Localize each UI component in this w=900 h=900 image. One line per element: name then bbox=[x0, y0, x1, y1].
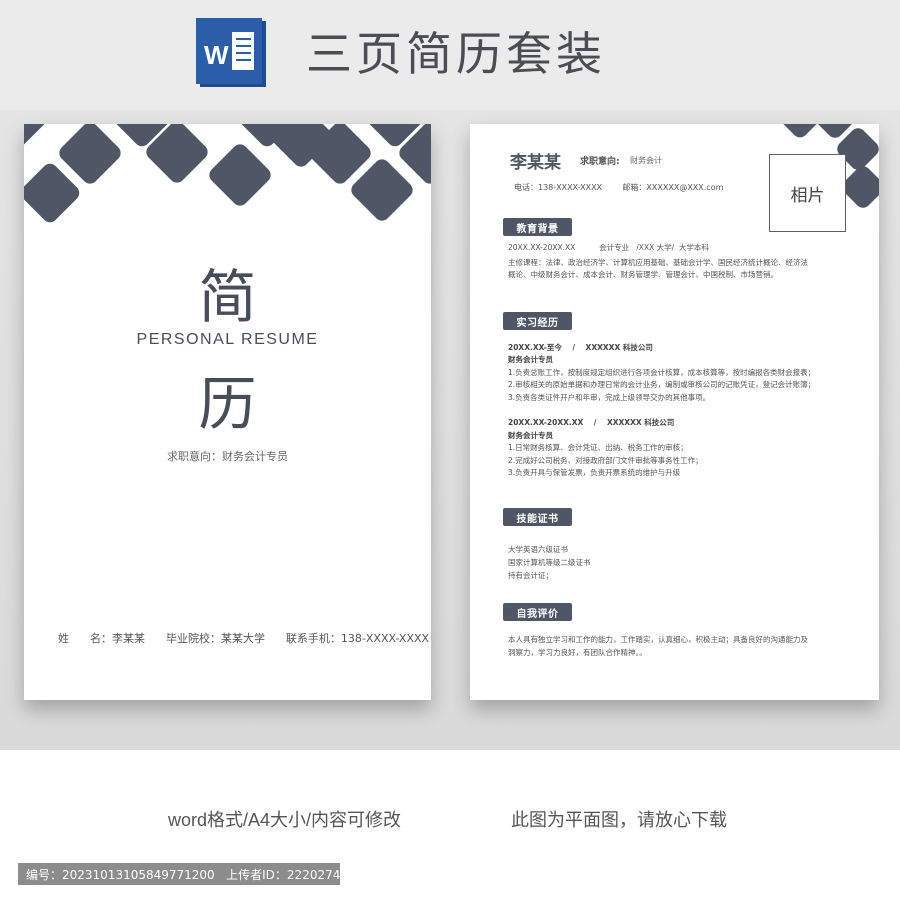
skill-line: 大学英语六级证书 bbox=[508, 545, 568, 554]
format-note: word格式/A4大小/内容可修改 bbox=[168, 810, 402, 830]
footer-id-bar: 编号：20231013105849771200 上传者ID：2220274 bbox=[18, 863, 340, 885]
cover-title-char-1: 简 bbox=[198, 263, 257, 331]
section-title-internship: 实习经历 bbox=[503, 312, 572, 330]
self-eval-line: 本人具有独立学习和工作的能力，工作踏实，认真细心，积极主动；具备良好的沟通能力及 bbox=[508, 635, 808, 644]
internship-line: 财务会计专员 bbox=[508, 431, 553, 440]
internship-line: 20XX.XX-20XX.XX / XXXXXX 科技公司 bbox=[508, 418, 675, 427]
internship-line: 1.日常财务核算、会计凭证、出纳、税务工作的审核； bbox=[508, 443, 688, 452]
internship-line: 20XX.XX-至今 / XXXXXX 科技公司 bbox=[508, 343, 653, 352]
decor-tile bbox=[777, 124, 823, 141]
download-note: 此图为平面图，请放心下载 bbox=[511, 810, 727, 830]
section-title-skills: 技能证书 bbox=[503, 508, 572, 526]
decor-tile bbox=[206, 141, 274, 209]
photo-placeholder: 相片 bbox=[769, 154, 846, 232]
word-icon-letter: W bbox=[204, 40, 229, 70]
cover-job-intent: 求职意向：财务会计专员 bbox=[167, 450, 288, 463]
section-title-education: 教育背景 bbox=[503, 218, 572, 236]
internship-line: 2.完成好公司税务、对接政府部门文件审批等事务性工作； bbox=[508, 456, 703, 465]
internship-line: 财务会计专员 bbox=[508, 355, 553, 364]
internship-line: 2.审核相关的原始单据和办理日常的会计业务，编制或审核公司的记账凭证，登记会计账… bbox=[508, 380, 816, 389]
internship-line: 3.负责开具与保管发票，负责开票系统的维护与升级 bbox=[508, 468, 681, 477]
education-line: 主修课程：法律、政治经济学、计算机应用基础、基础会计学、国民经济统计概论、经济法 bbox=[508, 258, 808, 267]
education-line: 概论、中级财务会计、成本会计、财务管理学、管理会计、中国税制、市场营销。 bbox=[508, 270, 778, 279]
skill-line: 持有会计证； bbox=[508, 571, 553, 580]
banner-title: 三页简历套装 bbox=[306, 27, 606, 81]
self-eval-line: 洞察力，学习力良好，有团队合作精神。。 bbox=[508, 648, 647, 657]
education-line: 20XX.XX-20XX.XX 会计专业 /XXX 大学/ 大学本科 bbox=[508, 243, 709, 252]
cover-page: 简 PERSONAL RESUME 历 求职意向：财务会计专员 姓 名：李某某 … bbox=[24, 124, 431, 700]
internship-line: 1.负责总账工作，按制度规定组织进行各项会计核算，成本核算等，按时编报各类财会报… bbox=[508, 368, 816, 377]
cover-personal-info: 姓 名：李某某 毕业院校：某某大学 联系手机：138-XXXX-XXXX bbox=[58, 632, 430, 645]
skill-line: 国家计算机等级二级证书 bbox=[508, 558, 591, 567]
cover-title-char-2: 历 bbox=[198, 370, 257, 438]
word-icon: W bbox=[196, 18, 266, 87]
contact-info: 电话：138-XXXX-XXXX 邮箱：XXXXXX@XXX.com bbox=[514, 183, 724, 192]
resume-page: 李某某 求职意向: 财务会计 电话：138-XXXX-XXXX 邮箱：XXXXX… bbox=[470, 124, 879, 700]
internship-line: 3.负责各类证件开户和年审，完成上级领导交办的其他事项。 bbox=[508, 393, 711, 402]
section-title-self-evaluation: 自我评价 bbox=[503, 603, 572, 621]
decor-tile bbox=[24, 124, 50, 152]
job-intent-value: 财务会计 bbox=[630, 156, 662, 165]
cover-subtitle: PERSONAL RESUME bbox=[136, 331, 319, 348]
resume-name: 李某某 bbox=[510, 153, 561, 173]
job-intent-label: 求职意向: bbox=[580, 157, 620, 167]
